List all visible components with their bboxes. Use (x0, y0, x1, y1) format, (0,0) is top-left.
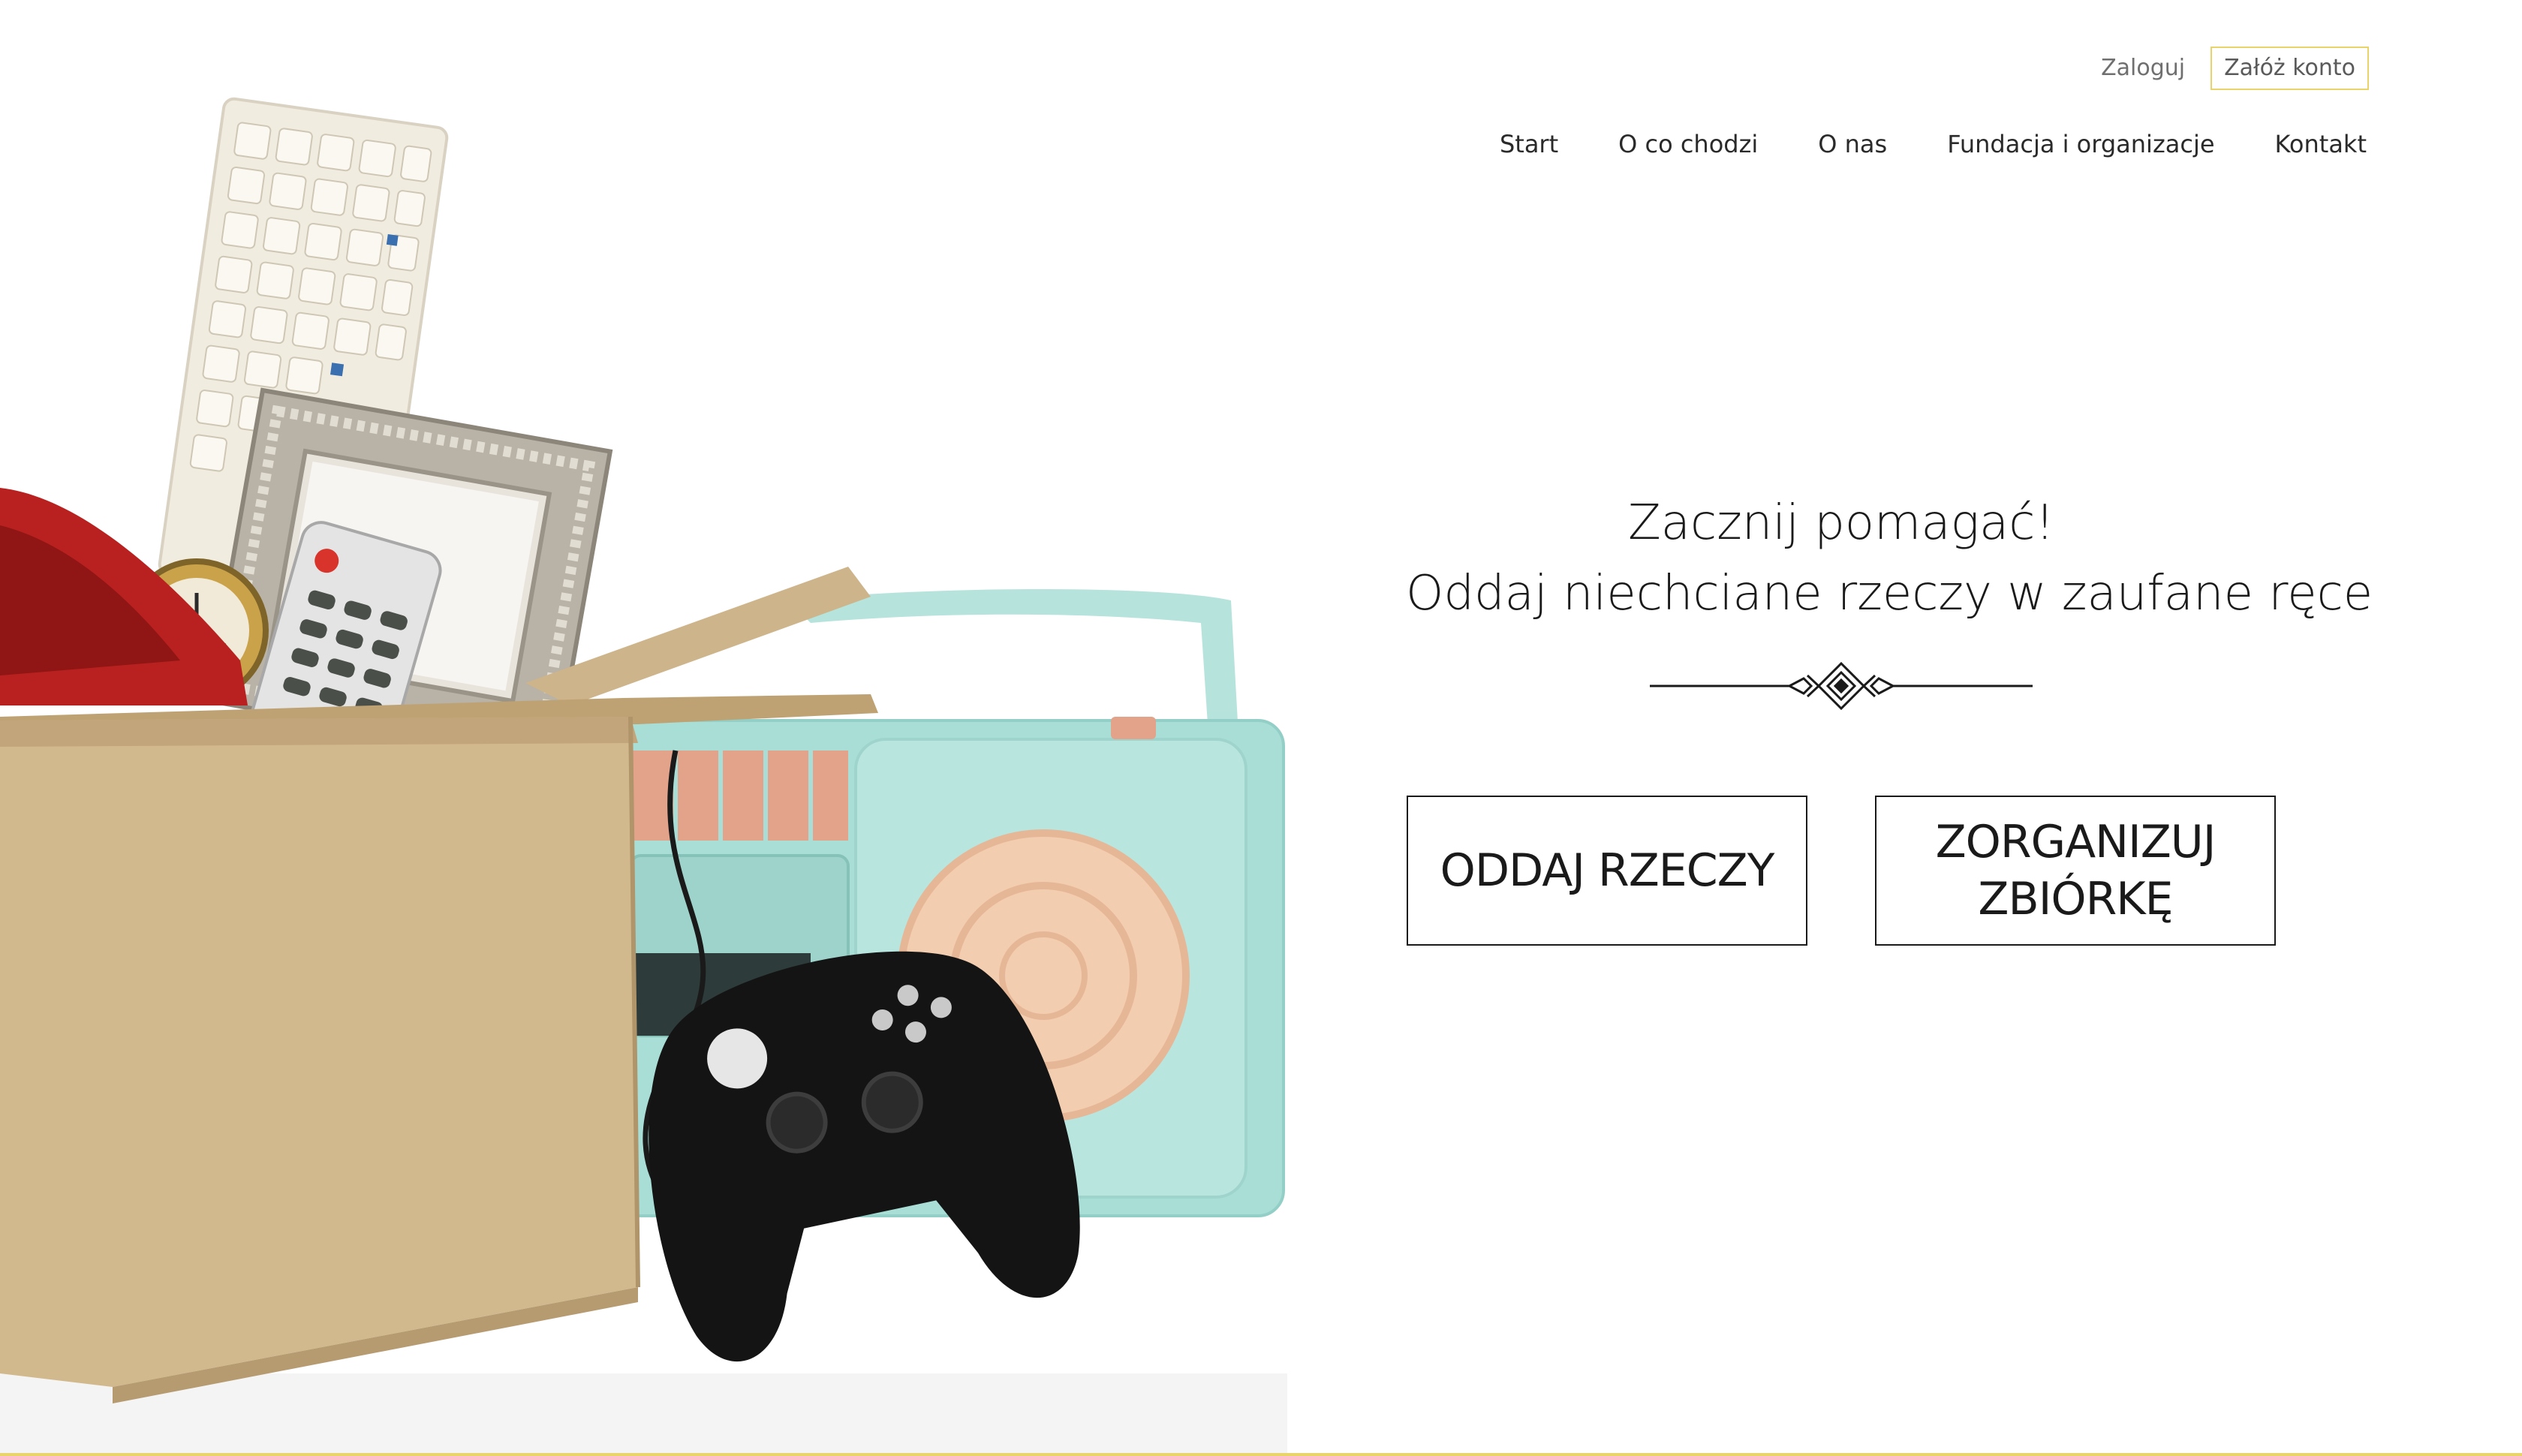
give-items-button[interactable]: ODDAJ RZECZY (1407, 796, 1807, 946)
login-link[interactable]: Zaloguj (2101, 57, 2185, 80)
hero-buttons: ODDAJ RZECZY ZORGANIZUJ ZBIÓRKĘ (1406, 796, 2277, 946)
hero-title: Zacznij pomagać! Oddaj niechciane rzeczy… (1406, 488, 2373, 629)
bottom-accent-line (0, 1453, 2522, 1456)
hero-section: Zacznij pomagać! Oddaj niechciane rzeczy… (1406, 488, 2373, 946)
nav-item-about-us[interactable]: O nas (1818, 132, 1887, 156)
nav-item-foundations[interactable]: Fundacja i organizacje (1947, 132, 2214, 156)
ornament-divider-icon (1650, 662, 2033, 710)
register-button[interactable]: Załóż konto (2211, 47, 2369, 90)
nav-item-contact[interactable]: Kontakt (2275, 132, 2367, 156)
hero-image (0, 97, 1287, 1453)
hero-title-line-2: Oddaj niechciane rzeczy w zaufane ręce (1406, 566, 2373, 621)
auth-links: Zaloguj Załóż konto (2101, 47, 2369, 90)
hero-title-line-1: Zacznij pomagać! (1627, 495, 2055, 551)
organize-collection-button[interactable]: ZORGANIZUJ ZBIÓRKĘ (1875, 796, 2276, 946)
nav-item-about-idea[interactable]: O co chodzi (1618, 132, 1758, 156)
nav-item-start[interactable]: Start (1500, 132, 1558, 156)
main-nav: Start O co chodzi O nas Fundacja i organ… (1500, 132, 2367, 156)
